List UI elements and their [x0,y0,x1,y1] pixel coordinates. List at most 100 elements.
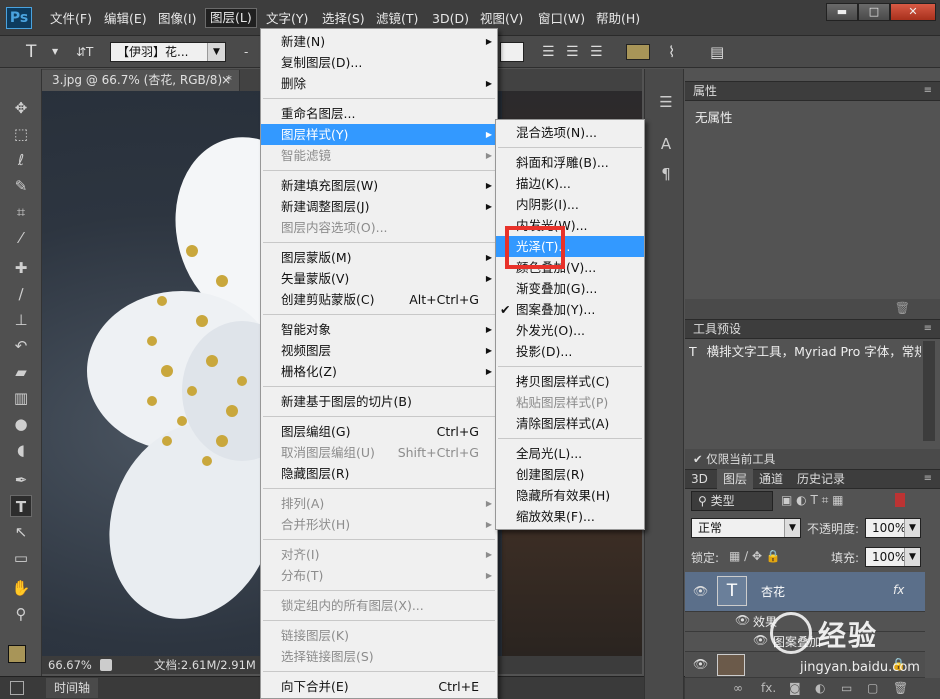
style-menu-item[interactable]: 拷贝图层样式(C) [496,371,644,392]
layer-menu-item[interactable]: 向下合并(E) Ctrl+E [261,676,497,697]
properties-panel-header[interactable]: 属性 ≡ [685,81,940,101]
align-left-icon[interactable]: ☰ [542,42,555,62]
healing-brush-tool-icon[interactable]: ✚ [10,257,32,279]
visibility-eye-icon[interactable]: 👁 [693,584,708,598]
close-tab-icon[interactable]: × [221,70,231,91]
pen-tool-icon[interactable]: ✒ [10,469,32,491]
layer-menu-item[interactable]: 新建调整图层(J) ▶ [261,196,497,217]
trash-icon[interactable]: 🗑 [895,301,910,315]
tool-presets-header[interactable]: 工具预设 ≡ [685,319,940,339]
menu-select[interactable]: 选择(S) [318,9,369,29]
layer-menu-item[interactable]: 删除 ▶ [261,73,497,94]
style-menu-item[interactable]: 缩放效果(F)... [496,506,644,527]
tool-preset-row[interactable]: T 横排文字工具，Myriad Pro 字体，常规 [689,341,921,360]
style-menu-item[interactable]: 斜面和浮雕(B)... [496,152,644,173]
move-tool-icon[interactable]: ✥ [10,97,32,119]
layer-menu-item[interactable]: 创建剪贴蒙版(C) Alt+Ctrl+G [261,289,497,310]
menu-help[interactable]: 帮助(H) [592,9,644,29]
character-panel-icon[interactable]: A [655,133,677,155]
character-panel-icon[interactable]: ▤ [710,42,724,62]
layer-menu-item[interactable]: 新建填充图层(W) ▶ [261,175,497,196]
chevron-down-icon[interactable]: ▼ [52,42,58,62]
layer-menu-item[interactable]: 栅格化(Z) ▶ [261,361,497,382]
menu-image[interactable]: 图像(I) [154,9,200,29]
lasso-tool-icon[interactable]: ℓ [10,149,32,171]
warp-text-icon[interactable]: ⌇ [668,42,675,62]
menu-edit[interactable]: 编辑(E) [100,9,151,29]
tool-presets-scrollbar[interactable] [923,341,935,441]
style-menu-item[interactable]: 创建图层(R) [496,464,644,485]
type-tool-icon[interactable]: T [10,495,32,517]
menu-file[interactable]: 文件(F) [46,9,96,29]
style-menu-item[interactable]: 混合选项(N)... [496,122,644,143]
zoom-tool-icon[interactable]: ⚲ [10,603,32,625]
style-menu-item[interactable]: 投影(D)... [496,341,644,362]
hand-tool-icon[interactable]: ✋ [10,577,32,599]
filter-toggle[interactable] [895,493,905,507]
layer-menu-item[interactable]: 矢量蒙版(V) ▶ [261,268,497,289]
layer-menu-item[interactable]: 图层编组(G) Ctrl+G [261,421,497,442]
tab-layers[interactable]: 图层 [717,469,754,489]
crop-tool-icon[interactable]: ⌗ [10,201,32,223]
eyedropper-tool-icon[interactable]: ⁄ [10,227,32,249]
close-window-button[interactable]: ✕ [890,3,936,21]
menu-3d[interactable]: 3D(D) [428,9,473,29]
layer-menu-item[interactable]: 新建(N) ▶ [261,31,497,52]
type-tool-preset-icon[interactable]: T [26,42,36,62]
checkbox-checked-icon[interactable]: ✔ [693,452,703,466]
visibility-eye-icon[interactable]: 👁 [753,633,768,647]
history-brush-tool-icon[interactable]: ↶ [10,335,32,357]
text-orientation-icon[interactable]: ⇵T [76,42,93,62]
layer-menu-item[interactable]: 图层蒙版(M) ▶ [261,247,497,268]
layer-row-xinghua[interactable]: 👁 T 杏花 fx [685,572,925,612]
timeline-tab[interactable]: 时间轴 [46,678,99,698]
style-menu-item[interactable]: 描边(K)... [496,173,644,194]
blur-tool-icon[interactable]: ● [10,413,32,435]
document-tab[interactable]: 3.jpg @ 66.7% (杏花, RGB/8) * × [42,70,240,91]
style-menu-item[interactable]: 内阴影(I)... [496,194,644,215]
menu-view[interactable]: 视图(V) [476,9,527,29]
link-layers-icon[interactable]: ∞ [733,678,743,699]
menu-layer[interactable]: 图层(L) [205,8,257,28]
layer-menu-item[interactable]: 视频图层 ▶ [261,340,497,361]
fill-input[interactable]: 100% ▼ [865,547,921,567]
panel-menu-icon[interactable]: ≡ [924,320,932,338]
layer-menu-item[interactable]: 新建基于图层的切片(B) [261,391,497,412]
layer-menu-item[interactable]: 隐藏图层(R) [261,463,497,484]
minimize-button[interactable]: ▬ [826,3,858,21]
quick-select-tool-icon[interactable]: ✎ [10,175,32,197]
font-family-select[interactable]: 【伊羽】花... ▼ [110,42,226,62]
blend-mode-select[interactable]: 正常 ▼ [691,518,801,538]
layer-menu-item[interactable]: 智能对象 ▶ [261,319,497,340]
history-panel-icon[interactable]: ☰ [655,91,677,113]
text-color-swatch[interactable] [626,44,650,60]
paragraph-panel-icon[interactable]: ¶ [655,163,677,185]
clone-stamp-tool-icon[interactable]: ⊥ [10,309,32,331]
style-menu-item[interactable]: 全局光(L)... [496,443,644,464]
rectangle-tool-icon[interactable]: ▭ [10,547,32,569]
menu-filter[interactable]: 滤镜(T) [372,9,422,29]
style-menu-item[interactable]: ✔ 图案叠加(Y)... [496,299,644,320]
menu-window[interactable]: 窗口(W) [534,9,589,29]
style-menu-item[interactable]: 隐藏所有效果(H) [496,485,644,506]
status-menu-icon[interactable] [100,659,112,671]
marquee-tool-icon[interactable]: ⬚ [10,123,32,145]
visibility-eye-icon[interactable]: 👁 [693,657,708,671]
foreground-color-swatch[interactable] [8,645,26,663]
antialias-select[interactable] [500,42,524,62]
align-center-icon[interactable]: ☰ [566,42,579,62]
layer-menu-item[interactable]: 复制图层(D)... [261,52,497,73]
tab-history[interactable]: 历史记录 [797,470,845,488]
eraser-tool-icon[interactable]: ▰ [10,361,32,383]
gradient-tool-icon[interactable]: ▥ [10,387,32,409]
layer-name[interactable]: 杏花 [761,583,785,600]
style-menu-item[interactable]: 清除图层样式(A) [496,413,644,434]
layer-filter-icons[interactable]: ▣ ◐ T ⌗ ▦ [781,493,844,508]
layer-menu-item[interactable]: 重命名图层... [261,103,497,124]
visibility-eye-icon[interactable]: 👁 [735,613,750,627]
dodge-tool-icon[interactable]: ◖ [10,439,32,461]
path-select-tool-icon[interactable]: ↖ [10,521,32,543]
menu-type[interactable]: 文字(Y) [262,9,312,29]
tab-channels[interactable]: 通道 [759,470,783,488]
zoom-level[interactable]: 66.67% [48,656,92,674]
